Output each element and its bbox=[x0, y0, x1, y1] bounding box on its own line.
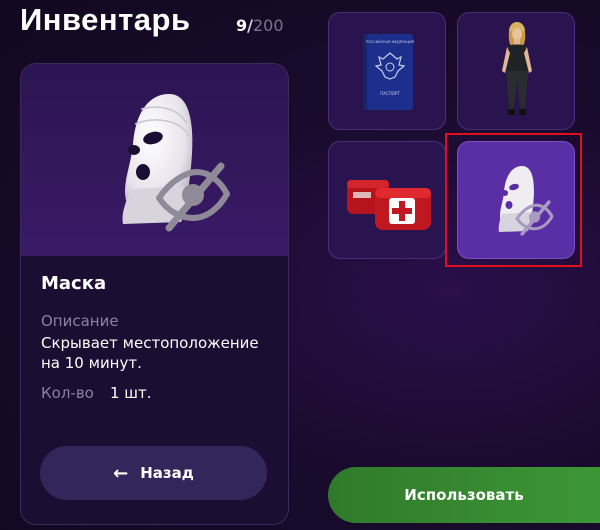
use-button-label: Использовать bbox=[404, 486, 524, 504]
inventory-slot-character-skin[interactable] bbox=[457, 12, 575, 130]
inventory-title: Инвентарь bbox=[20, 2, 191, 37]
back-button[interactable]: ← Назад bbox=[40, 446, 267, 500]
quantity-label: Кол-во bbox=[41, 384, 94, 402]
inventory-counter: 9/200 bbox=[236, 16, 284, 35]
use-button[interactable]: Использовать bbox=[328, 467, 600, 523]
character-skin-icon bbox=[502, 22, 532, 115]
passport-icon: РОССИЙСКАЯ ФЕДЕРАЦИЯ ПАСПОРТ bbox=[363, 34, 415, 110]
description-text: Скрывает местоположение на 10 минут. bbox=[41, 334, 259, 372]
arrow-left-icon: ← bbox=[113, 462, 129, 484]
selection-highlight bbox=[445, 133, 582, 267]
passport-cover-text-top: РОССИЙСКАЯ ФЕДЕРАЦИЯ bbox=[366, 39, 415, 44]
item-name: Маска bbox=[41, 273, 107, 294]
inventory-slot-first-aid-kit[interactable] bbox=[328, 141, 446, 259]
first-aid-kit-icon bbox=[347, 180, 431, 230]
quantity-value: 1 шт. bbox=[110, 384, 152, 402]
description-label: Описание bbox=[41, 312, 119, 330]
passport-cover-text-bottom: ПАСПОРТ bbox=[380, 91, 400, 96]
inventory-count-max: 200 bbox=[252, 16, 284, 35]
eye-off-icon bbox=[156, 162, 230, 232]
back-button-label: Назад bbox=[140, 464, 194, 482]
inventory-count-current: 9 bbox=[236, 16, 248, 35]
inventory-slot-passport[interactable]: РОССИЙСКАЯ ФЕДЕРАЦИЯ ПАСПОРТ bbox=[328, 12, 446, 130]
